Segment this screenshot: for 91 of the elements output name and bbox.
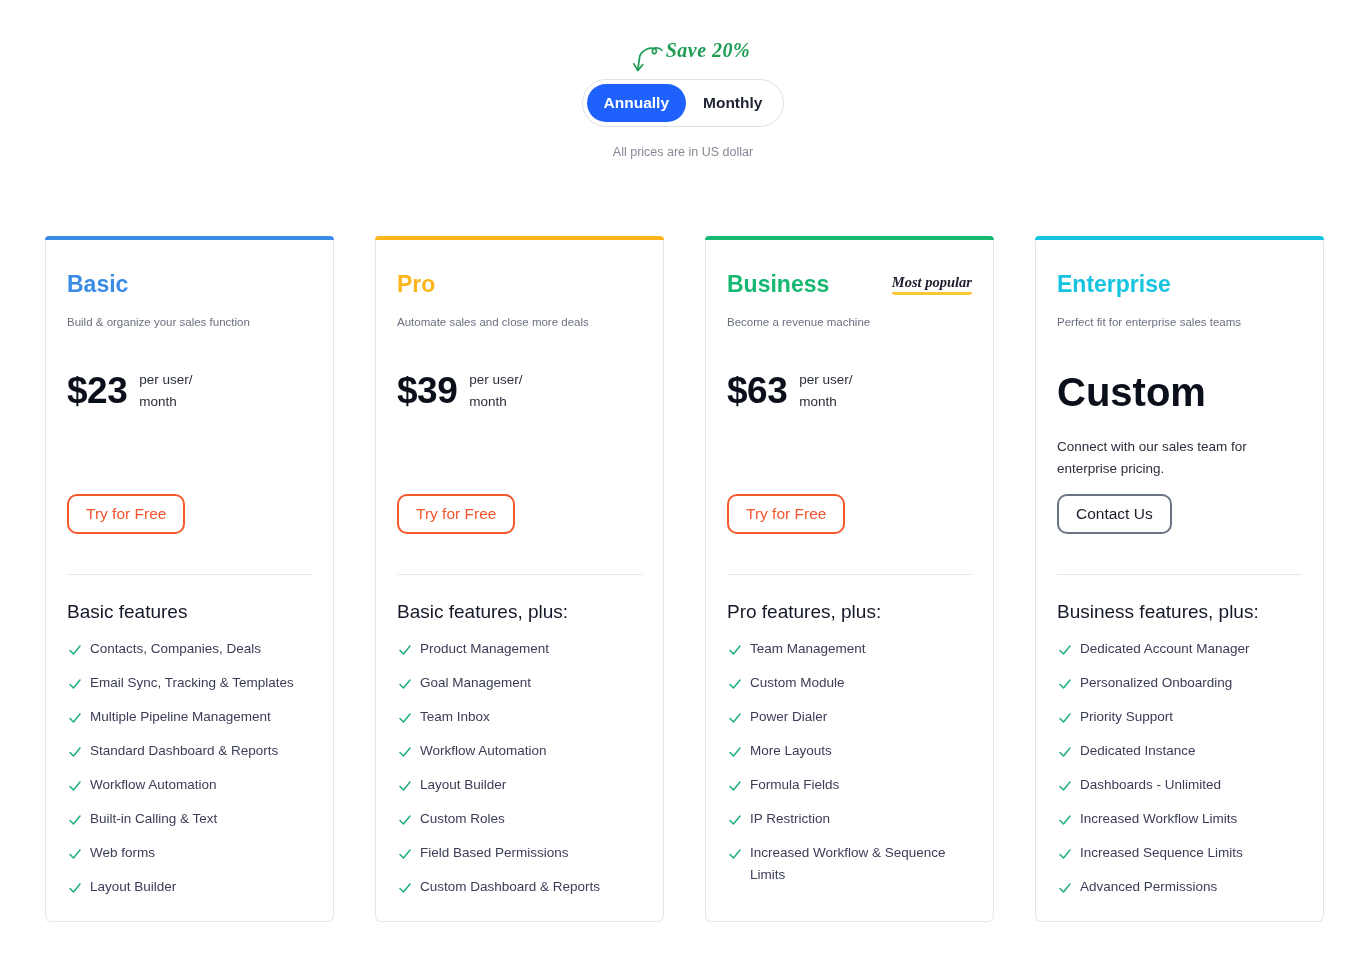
check-icon — [69, 713, 81, 723]
check-icon — [729, 679, 741, 689]
feature-text: Standard Dashboard & Reports — [90, 742, 279, 760]
plan-name: Business — [727, 270, 830, 298]
feature-text: Dashboards - Unlimited — [1080, 776, 1222, 794]
plan-price: $63 — [727, 369, 788, 413]
plan-name: Pro — [397, 270, 436, 298]
check-icon — [399, 713, 411, 723]
check-icon — [729, 781, 741, 791]
feature-text: Email Sync, Tracking & Templates — [90, 674, 294, 692]
feature-text: Goal Management — [420, 674, 532, 692]
feature-text: Workflow Automation — [420, 742, 547, 760]
feature-text: Custom Roles — [420, 810, 505, 828]
feature-text: Increased Sequence Limits — [1080, 844, 1243, 862]
feature-text: Field Based Permissions — [420, 844, 569, 862]
feature-text: Increased Workflow Limits — [1080, 810, 1238, 828]
feature-text: Multiple Pipeline Management — [90, 708, 271, 726]
features-heading: Pro features, plus: — [727, 600, 883, 624]
check-icon — [69, 679, 81, 689]
feature-text: Dedicated Account Manager — [1080, 640, 1250, 658]
billing-tab[interactable]: Monthly — [686, 84, 780, 122]
check-icon — [729, 713, 741, 723]
feature-text: More Layouts — [750, 742, 832, 760]
check-icon — [69, 747, 81, 757]
check-icon — [399, 849, 411, 859]
check-icon — [1059, 747, 1071, 757]
features-heading: Basic features — [67, 600, 189, 624]
feature-text: Power Dialer — [750, 708, 828, 726]
feature-text: IP Restriction — [750, 810, 831, 828]
price-unit: per user/ month — [799, 371, 854, 411]
features-heading: Basic features, plus: — [397, 600, 570, 624]
trial-button[interactable]: Try for Free — [397, 494, 516, 534]
feature-text: Custom Module — [750, 674, 845, 692]
popular-badge: Most popular — [891, 273, 972, 295]
check-icon — [69, 815, 81, 825]
plan-name: Basic — [67, 270, 129, 298]
check-icon — [1059, 645, 1071, 655]
plan-price: Custom — [1057, 369, 1207, 415]
trial-button[interactable]: Try for Free — [727, 494, 846, 534]
feature-text: Personalized Onboarding — [1080, 674, 1233, 692]
check-icon — [399, 645, 411, 655]
check-icon — [399, 679, 411, 689]
plan-name: Enterprise — [1057, 270, 1171, 298]
check-icon — [69, 849, 81, 859]
check-icon — [399, 883, 411, 893]
plan-tagline: Perfect fit for enterprise sales teams — [1057, 315, 1243, 330]
trial-button[interactable]: Try for Free — [67, 494, 186, 534]
feature-text: Dedicated Instance — [1080, 742, 1196, 760]
feature-text: Layout Builder — [90, 878, 177, 896]
price-unit: per user/ month — [469, 371, 524, 411]
feature-text: Contacts, Companies, Deals — [90, 640, 262, 658]
check-icon — [729, 645, 741, 655]
feature-text: Layout Builder — [420, 776, 507, 794]
feature-text: Increased Workflow & Sequence Limits — [750, 844, 947, 884]
feature-text: Web forms — [90, 844, 155, 862]
feature-text: Advanced Permissions — [1080, 878, 1218, 896]
billing-tab[interactable]: Annually — [586, 84, 686, 122]
check-icon — [1059, 679, 1071, 689]
currency-note: All prices are in US dollar — [611, 144, 755, 161]
check-icon — [69, 781, 81, 791]
save-label: Save 20% — [665, 38, 751, 62]
contact-button[interactable]: Contact Us — [1057, 494, 1172, 534]
check-icon — [1059, 883, 1071, 893]
feature-text: Priority Support — [1080, 708, 1174, 726]
feature-text: Built-in Calling & Text — [90, 810, 218, 828]
check-icon — [729, 815, 741, 825]
check-icon — [729, 849, 741, 859]
plan-price: $23 — [67, 369, 128, 413]
check-icon — [69, 883, 81, 893]
features-heading: Business features, plus: — [1057, 600, 1260, 624]
price-unit: per user/ month — [139, 371, 194, 411]
check-icon — [399, 781, 411, 791]
plan-tagline: Build & organize your sales function — [67, 315, 251, 330]
feature-text: Product Management — [420, 640, 550, 658]
check-icon — [399, 815, 411, 825]
feature-text: Team Management — [750, 640, 866, 658]
check-icon — [1059, 781, 1071, 791]
plan-price: $39 — [397, 369, 458, 413]
feature-text: Formula Fields — [750, 776, 840, 794]
plan-tagline: Automate sales and close more deals — [397, 315, 590, 330]
plan-description: Connect with our sales team for enterprise pricing. — [1057, 438, 1248, 478]
plan-tagline: Become a revenue machine — [727, 315, 872, 330]
feature-text: Team Inbox — [420, 708, 490, 726]
check-icon — [1059, 713, 1071, 723]
feature-text: Workflow Automation — [90, 776, 217, 794]
feature-text: Custom Dashboard & Reports — [420, 878, 601, 896]
check-icon — [399, 747, 411, 757]
check-icon — [1059, 849, 1071, 859]
check-icon — [729, 747, 741, 757]
check-icon — [1059, 815, 1071, 825]
check-icon — [69, 645, 81, 655]
